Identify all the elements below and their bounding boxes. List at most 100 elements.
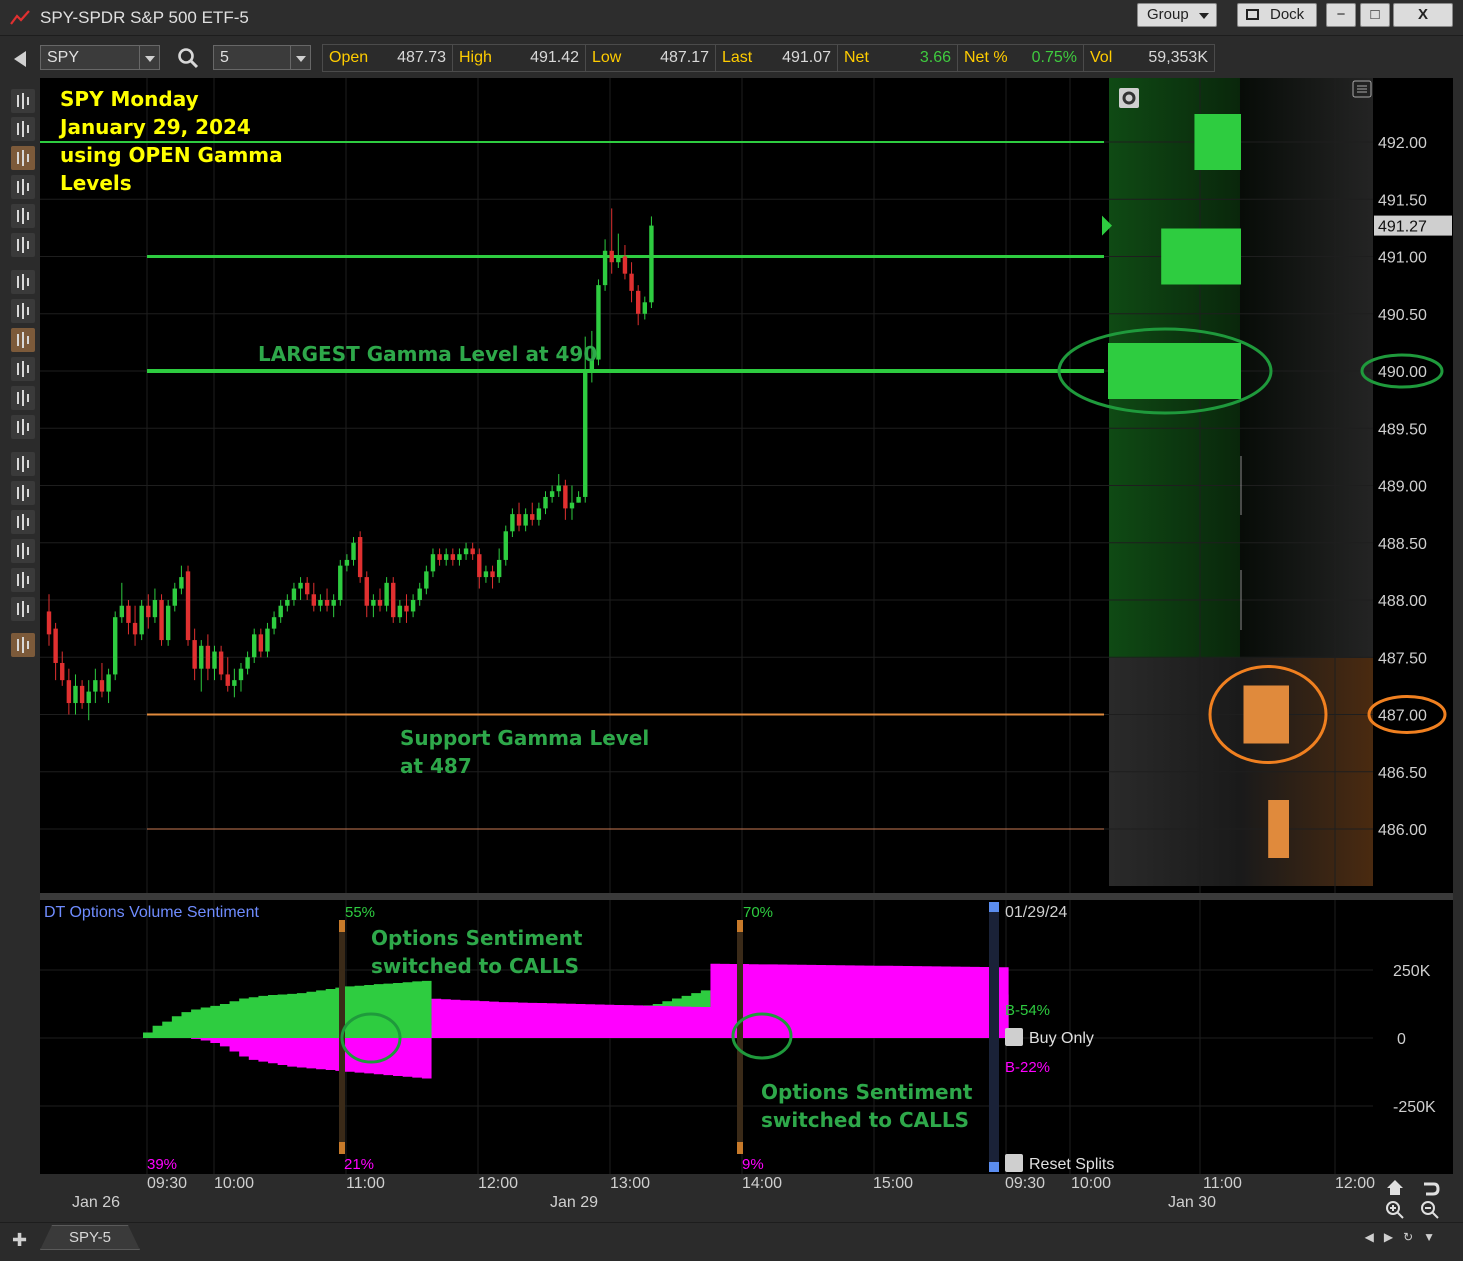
candle-body [477,554,482,578]
session-marker-bottom [737,1142,743,1154]
tick-marker-icon[interactable] [11,481,35,505]
candle-body [172,588,177,606]
home-icon[interactable] [1387,1180,1403,1195]
interval-input[interactable]: 5 [213,45,311,70]
tab-spy-5[interactable]: SPY-5 [40,1225,140,1250]
candlestick-icon[interactable] [11,146,35,170]
group-label: Group [1147,6,1189,23]
scroll-controls[interactable]: ◀▶↻▼ [1365,1230,1445,1244]
date-label: Jan 29 [550,1194,598,1211]
line-chart-icon[interactable] [11,204,35,228]
gamma-bar [1108,343,1241,399]
buy-only-button[interactable]: Buy Only [1005,1028,1094,1047]
close-button[interactable]: X [1393,3,1453,27]
undo-icon[interactable] [11,539,35,563]
candle-body [291,588,297,600]
price-tick-label: 487.00 [1378,708,1427,725]
chevron-down-icon[interactable] [139,46,159,69]
time-tick-label: 15:00 [873,1175,913,1192]
symbol-value: SPY [47,49,80,66]
price-chart[interactable]: 492.00 491.50 491.00 490.50 490.00 489.50 489.… [40,78,1453,893]
zoom-plus [1390,1205,1404,1219]
title-annotation: SPY Monday January 29, 2024 using OPEN G… [60,85,283,197]
gear-icon[interactable] [1119,88,1139,108]
sentiment-indicator-chart[interactable]: 55% 21% 70% 9% 39% DT Options Volume Sentimen… [40,900,1453,1174]
candle-body [444,554,449,560]
zoom-out-icon[interactable] [11,597,35,621]
ohlc-bar-icon[interactable] [11,175,35,199]
candle-body [549,491,555,497]
candle-body [331,600,336,606]
undo-icon[interactable] [1424,1182,1440,1196]
zoom-in-icon[interactable] [11,568,35,592]
candle-body [569,502,575,509]
calls-pct-label: 55% [345,904,375,921]
candle-body [496,559,502,578]
quote-value: 3.66 [919,49,951,66]
puts-pct-label: 9% [742,1156,764,1173]
dock-button[interactable]: Dock [1237,3,1317,27]
home-icon[interactable] [11,510,35,534]
small-grid-icon[interactable] [11,386,35,410]
vertical-scale-icon[interactable] [11,270,35,294]
grid-icon[interactable] [11,328,35,352]
quote-low: Low 487.17 [586,45,716,71]
time-tick-label: 12:00 [478,1175,518,1192]
bar-marker-icon[interactable] [11,452,35,476]
time-tick-label: 11:00 [346,1175,385,1192]
zoom-out-icon[interactable] [1421,1201,1439,1219]
zoom-in-icon[interactable] [1386,1201,1404,1219]
cursor-cross-icon[interactable] [11,89,35,113]
price-tick-label: 489.00 [1378,479,1427,496]
symbol-input[interactable]: SPY [40,45,160,70]
table-icon[interactable] [11,357,35,381]
candle-body [126,605,131,623]
quote-label: Net % [964,49,1008,66]
candle-body [46,611,52,635]
candle-body [404,605,409,612]
add-tab-icon[interactable]: ✚ [12,1230,27,1251]
crosshair-icon[interactable] [11,117,35,141]
candle-body [642,302,647,314]
indicator-axis[interactable] [1373,900,1453,1174]
maximize-button[interactable]: □ [1360,3,1390,27]
price-tick-label: 487.50 [1378,650,1427,667]
trendline-icon[interactable] [11,299,35,323]
candle-body [106,674,111,692]
candle-body [185,571,191,641]
candle-body [602,250,608,286]
area-chart-icon[interactable] [11,233,35,257]
gear-bg [1119,88,1139,108]
reset-icon [1005,1154,1023,1172]
search-icon[interactable] [177,47,199,69]
reset-splits-button[interactable]: Reset Splits [1005,1154,1114,1173]
back-arrow-icon[interactable] [14,51,26,67]
candle-body [119,605,125,618]
puts-pct-label: 21% [344,1156,374,1173]
candle-body [470,548,475,555]
candle-body [437,554,442,560]
indicator-title: DT Options Volume Sentiment [44,904,259,921]
annotation-line: at 487 [400,754,472,778]
candle-body [218,651,224,675]
chevron-down-icon[interactable] [290,46,310,69]
candle-body [265,628,270,652]
price-tick-label: 491.00 [1378,250,1427,267]
candle-body [364,577,369,606]
candle-body [311,594,316,606]
group-button[interactable]: Group [1137,3,1217,27]
pane-splitter[interactable] [40,893,1453,900]
time-axis[interactable]: 09:30 10:00 11:00 12:00 13:00 14:00 15:00 09:30… [40,1174,1453,1220]
annotation-line: Levels [60,171,132,195]
home-shape [1387,1180,1403,1195]
sentiment-switch-annotation-1: Options Sentiment switched to CALLS [371,924,582,980]
pointer-icon[interactable] [11,633,35,657]
largest-gamma-annotation: LARGEST Gamma Level at 490 [258,342,598,366]
minimize-button[interactable]: − [1326,3,1356,27]
annotation-line: SPY Monday [60,87,199,111]
buy-only-label: Buy Only [1029,1030,1094,1047]
candle-body [159,600,164,641]
split-icon[interactable] [11,415,35,439]
indicator-tick-label: 250K [1393,963,1431,980]
quote-label: High [459,49,492,66]
